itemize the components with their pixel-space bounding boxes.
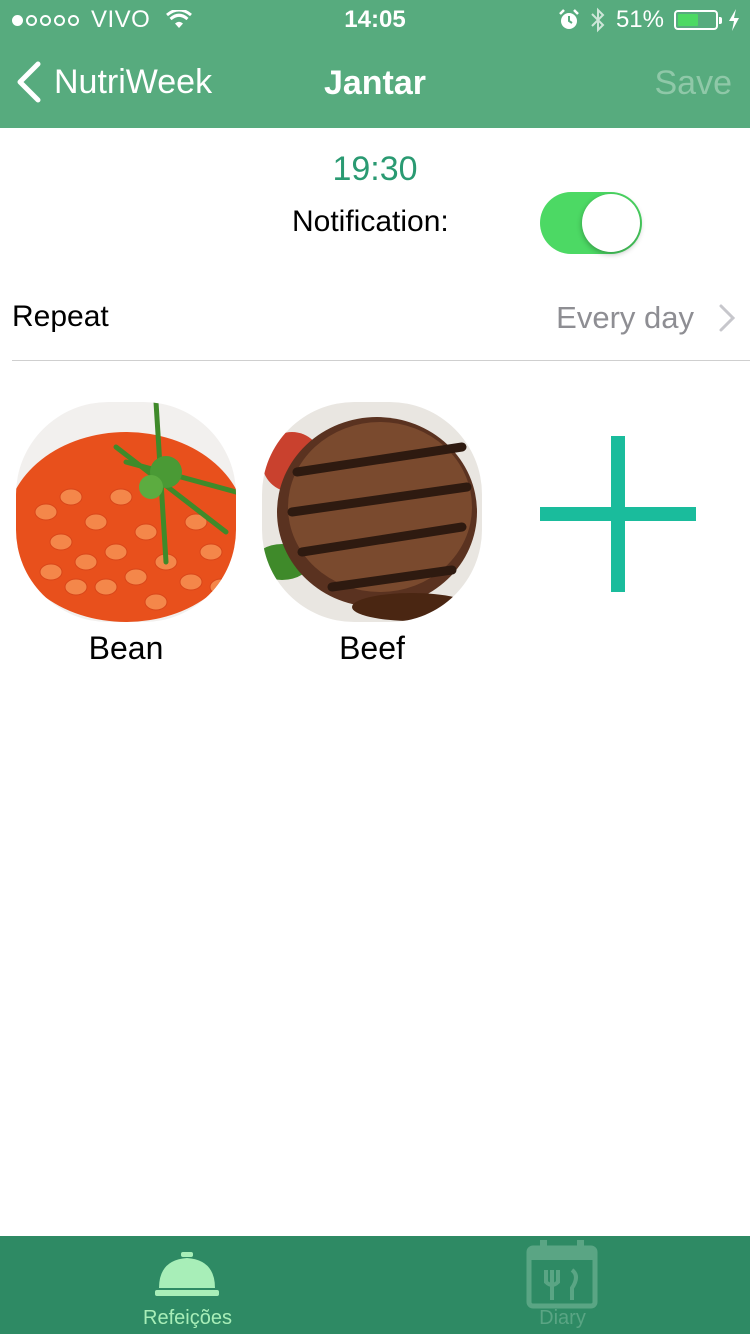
bluetooth-icon <box>591 7 605 33</box>
battery-icon <box>674 10 722 30</box>
tab-label: Refeições <box>143 1307 232 1329</box>
repeat-value: Every day <box>556 300 694 335</box>
status-right: 51% <box>558 6 740 34</box>
food-item-beef[interactable]: Beef <box>262 402 482 667</box>
status-bar: VIVO 14:05 51% <box>0 0 750 40</box>
baked-beans-photo <box>16 402 236 622</box>
tab-refeicoes[interactable]: Refeições <box>0 1236 375 1334</box>
chevron-right-icon <box>719 304 736 332</box>
alarm-icon <box>559 9 579 29</box>
service-bell-icon <box>155 1252 219 1296</box>
notification-label: Notification: <box>292 205 449 238</box>
tab-label: Diary <box>539 1307 586 1329</box>
calendar-fork-knife-icon <box>526 1240 598 1309</box>
food-item-bean[interactable]: Bean <box>16 402 236 667</box>
repeat-row[interactable]: Repeat Every day <box>12 290 750 361</box>
toggle-knob <box>582 194 640 252</box>
notification-toggle[interactable] <box>540 192 642 254</box>
meal-time[interactable]: 19:30 <box>0 150 750 189</box>
header: VIVO 14:05 51% NutriWeek Jantar Save <box>0 0 750 128</box>
food-name: Bean <box>88 630 164 666</box>
repeat-label: Repeat <box>12 300 109 333</box>
tab-bar: Refeições Diary <box>0 1236 750 1334</box>
add-food-plus-icon[interactable] <box>540 436 696 592</box>
navigation-bar: NutriWeek Jantar Save <box>0 40 750 128</box>
save-button[interactable]: Save <box>655 64 733 103</box>
battery-percent: 51% <box>615 6 664 33</box>
tab-diary[interactable]: Diary <box>375 1236 750 1334</box>
charging-icon <box>729 9 739 31</box>
page-title: Jantar <box>323 64 427 102</box>
grilled-steak-photo <box>262 402 482 622</box>
food-name: Beef <box>339 630 405 666</box>
